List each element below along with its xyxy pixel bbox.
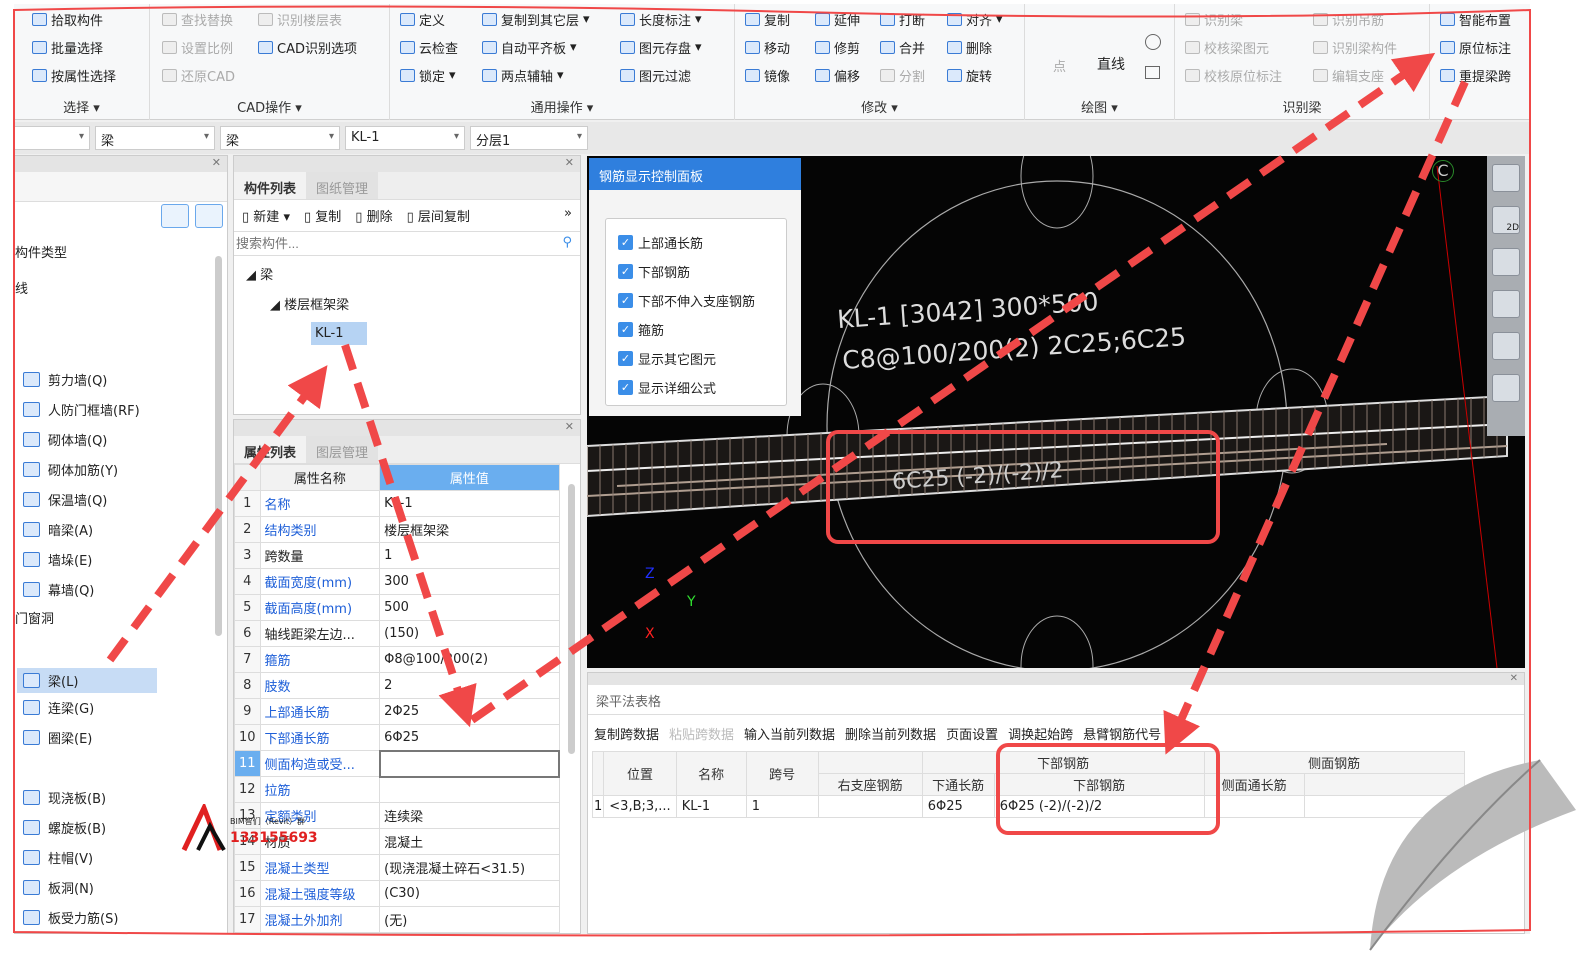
arrow-3 bbox=[469, 52, 1436, 724]
highlight-box-table bbox=[996, 743, 1220, 835]
highlight-box-viewport bbox=[826, 430, 1220, 544]
annotation-overlay bbox=[13, 5, 1531, 937]
arrow-2 bbox=[341, 343, 477, 728]
arrow-4 bbox=[1163, 80, 1469, 755]
arrow-1 bbox=[106, 365, 328, 663]
